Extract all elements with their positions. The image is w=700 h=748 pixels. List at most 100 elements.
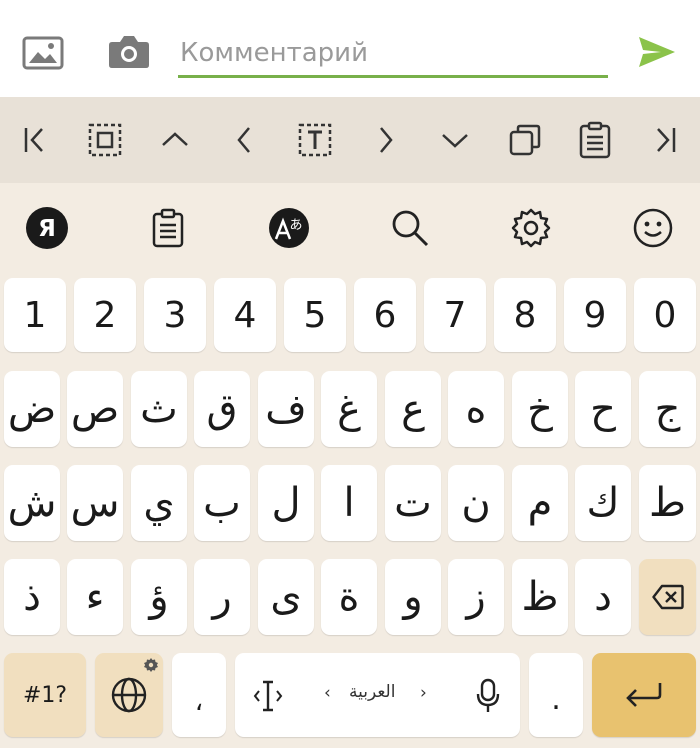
key-label: ب	[203, 480, 241, 526]
letter-key[interactable]: ف	[258, 371, 314, 447]
key-1[interactable]: 1	[4, 278, 66, 352]
key-label: ؤ	[149, 574, 169, 620]
letter-key[interactable]: ة	[321, 559, 377, 635]
letter-key[interactable]: ح	[575, 371, 631, 447]
letter-key[interactable]: ظ	[512, 559, 568, 635]
letter-key[interactable]: ط	[639, 465, 696, 541]
letter-key[interactable]: ي	[131, 465, 187, 541]
key-label: ظ	[521, 574, 559, 620]
letter-key[interactable]: ل	[258, 465, 314, 541]
send-icon[interactable]	[634, 32, 680, 72]
letter-key[interactable]: ا	[321, 465, 377, 541]
letter-key[interactable]: ى	[258, 559, 314, 635]
letter-key[interactable]: ت	[385, 465, 441, 541]
period-key-label: .	[551, 681, 561, 717]
key-label: ط	[649, 480, 686, 526]
letter-key[interactable]: م	[512, 465, 568, 541]
letter-key[interactable]: س	[67, 465, 123, 541]
key-label: و	[403, 574, 423, 620]
comment-input[interactable]	[178, 30, 608, 76]
letter-key[interactable]: ج	[639, 371, 696, 447]
letter-key[interactable]: ذ	[4, 559, 60, 635]
arrow-down-icon[interactable]	[420, 97, 490, 183]
key-5[interactable]: 5	[284, 278, 346, 352]
comment-bar	[0, 0, 700, 97]
search-icon[interactable]	[360, 183, 460, 273]
clipboard-icon[interactable]	[118, 183, 218, 273]
key-label: ن	[461, 480, 491, 526]
key-label: ذ	[23, 574, 41, 620]
key-6[interactable]: 6	[354, 278, 416, 352]
letter-key[interactable]: ه	[448, 371, 504, 447]
letter-key[interactable]: خ	[512, 371, 568, 447]
key-label: ف	[265, 386, 307, 432]
letter-key[interactable]: ء	[67, 559, 123, 635]
key-label: ج	[654, 386, 681, 432]
language-key[interactable]	[95, 653, 163, 737]
letter-key[interactable]: ر	[194, 559, 250, 635]
comma-key-label: ،	[194, 687, 204, 717]
select-all-icon[interactable]	[70, 97, 140, 183]
backspace-key[interactable]	[639, 559, 696, 635]
text-select-icon[interactable]	[280, 97, 350, 183]
key-label: 6	[373, 294, 397, 336]
gallery-icon[interactable]	[20, 34, 66, 72]
space-right-arrow: ›	[420, 683, 427, 703]
key-label: 2	[93, 294, 117, 336]
yandex-logo-letter: Я	[38, 216, 56, 242]
key-label: ت	[394, 480, 432, 526]
letter-key[interactable]: و	[385, 559, 441, 635]
letter-key[interactable]: ن	[448, 465, 504, 541]
globe-icon	[111, 677, 147, 713]
key-4[interactable]: 4	[214, 278, 276, 352]
enter-key[interactable]	[592, 653, 696, 737]
letter-key[interactable]: ض	[4, 371, 60, 447]
key-label: 0	[653, 294, 677, 336]
key-0[interactable]: 0	[634, 278, 696, 352]
key-label: ر	[212, 574, 232, 620]
period-key[interactable]: .	[529, 653, 583, 737]
key-7[interactable]: 7	[424, 278, 486, 352]
arrow-left-icon[interactable]	[210, 97, 280, 183]
letter-key[interactable]: ز	[448, 559, 504, 635]
cursor-start-icon[interactable]	[0, 97, 70, 183]
key-label: م	[527, 480, 553, 526]
letter-key[interactable]: ب	[194, 465, 250, 541]
copy-icon[interactable]	[490, 97, 560, 183]
arrow-right-icon[interactable]	[350, 97, 420, 183]
letter-key[interactable]: ق	[194, 371, 250, 447]
settings-icon[interactable]	[481, 183, 581, 273]
key-label: ث	[140, 386, 178, 432]
comma-key[interactable]: ،	[172, 653, 226, 737]
symbols-key-label: #1?	[22, 682, 68, 708]
key-label: ا	[343, 480, 355, 526]
arrow-up-icon[interactable]	[140, 97, 210, 183]
symbols-key[interactable]: #1?	[4, 653, 86, 737]
camera-icon[interactable]	[106, 30, 152, 72]
letter-key[interactable]: غ	[321, 371, 377, 447]
key-8[interactable]: 8	[494, 278, 556, 352]
key-3[interactable]: 3	[144, 278, 206, 352]
key-2[interactable]: 2	[74, 278, 136, 352]
yandex-logo-icon[interactable]: Я	[0, 183, 97, 273]
key-label: ي	[143, 480, 175, 526]
emoji-icon[interactable]	[603, 183, 700, 273]
letter-key[interactable]: د	[575, 559, 631, 635]
cursor-end-icon[interactable]	[630, 97, 700, 183]
comment-underline	[178, 75, 608, 78]
letter-key[interactable]: ص	[67, 371, 123, 447]
key-9[interactable]: 9	[564, 278, 626, 352]
text-cursor-icon	[253, 680, 283, 712]
translate-icon[interactable]: あ	[239, 183, 339, 273]
key-label: 8	[513, 294, 537, 336]
letter-key[interactable]: ك	[575, 465, 631, 541]
letter-key[interactable]: ث	[131, 371, 187, 447]
suggestion-row: Я あ	[0, 183, 700, 273]
paste-icon[interactable]	[560, 97, 630, 183]
key-label: د	[594, 574, 612, 620]
letter-key[interactable]: ع	[385, 371, 441, 447]
letter-key[interactable]: ش	[4, 465, 60, 541]
letter-key[interactable]: ؤ	[131, 559, 187, 635]
key-label: ز	[466, 574, 486, 620]
space-key[interactable]: ‹ العربية ›	[235, 653, 520, 737]
